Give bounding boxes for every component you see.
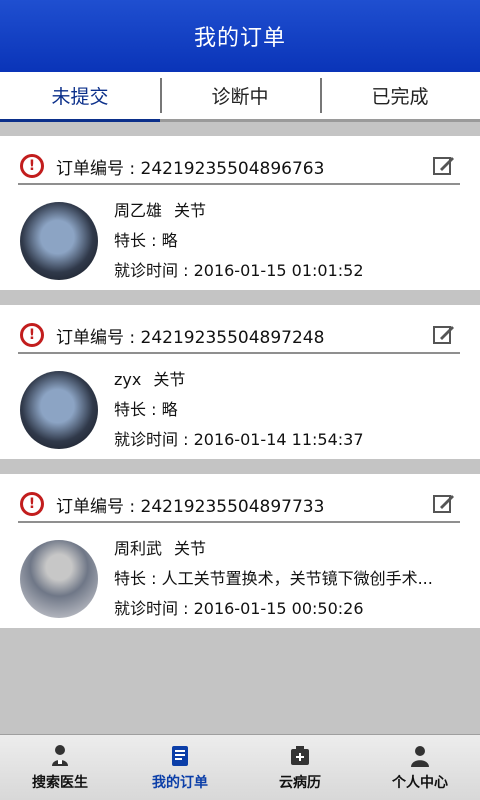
doctor-name: zyx (114, 370, 142, 389)
order-number: 订单编号 : 24219235504897733 (56, 496, 325, 517)
doctor-avatar (20, 202, 98, 280)
page-title: 我的订单 (193, 26, 286, 51)
nav-cloud-records[interactable]: 云病历 (240, 735, 360, 800)
order-number-label: 订单编号 (56, 158, 124, 179)
edit-icon[interactable] (432, 492, 456, 516)
doctor-name-line: zyx 关节 (114, 365, 464, 395)
visit-time-value: 2016-01-15 01:01:52 (193, 261, 364, 280)
specialty-label: 特长 (114, 569, 147, 588)
doctor-department: 关节 (174, 201, 207, 220)
doctor-avatar (20, 371, 98, 449)
tab-completed[interactable]: 已完成 (320, 72, 480, 119)
bottom-navigation: 搜索医生 我的订单 云病历 个人中心 (0, 734, 480, 800)
card-divider (18, 183, 460, 185)
nav-search-doctor[interactable]: 搜索医生 (0, 735, 120, 800)
order-card[interactable]: ! 订单编号 : 24219235504896763 周乙雄 关节 特长 : 略 … (0, 136, 480, 290)
doctor-info: zyx 关节 特长 : 略 就诊时间 : 2016-01-14 11:54:37 (114, 365, 464, 455)
order-card[interactable]: ! 订单编号 : 24219235504897733 周利武 关节 特长 : 人工… (0, 474, 480, 628)
order-number-label: 订单编号 (56, 327, 124, 348)
specialty-value: 略 (161, 231, 178, 250)
alert-icon: ! (20, 323, 44, 347)
visit-time-value: 2016-01-15 00:50:26 (193, 599, 364, 618)
order-card[interactable]: ! 订单编号 : 24219235504897248 zyx 关节 特长 : 略 … (0, 305, 480, 459)
alert-icon: ! (20, 492, 44, 516)
visit-time-label: 就诊时间 (114, 261, 179, 280)
specialty-value: 略 (161, 400, 178, 419)
specialty-line: 特长 : 略 (114, 231, 178, 250)
doctor-name-line: 周乙雄 关节 (114, 196, 464, 226)
user-icon (411, 745, 429, 767)
order-header: ! 订单编号 : 24219235504897733 (20, 486, 460, 522)
edit-icon[interactable] (432, 154, 456, 178)
order-header: ! 订单编号 : 24219235504896763 (20, 148, 460, 184)
tab-diagnosing[interactable]: 诊断中 (160, 72, 320, 119)
doctor-info: 周乙雄 关节 特长 : 略 就诊时间 : 2016-01-15 01:01:52 (114, 196, 464, 286)
visit-time-label: 就诊时间 (114, 430, 179, 449)
order-header: ! 订单编号 : 24219235504897248 (20, 317, 460, 353)
specialty-value: 人工关节置换术，关节镜下微创手术... (161, 569, 433, 588)
visit-time-label: 就诊时间 (114, 599, 179, 618)
card-divider (18, 521, 460, 523)
tab-unsubmitted[interactable]: 未提交 (0, 72, 160, 122)
visit-time-line: 就诊时间 : 2016-01-15 00:50:26 (114, 599, 364, 618)
nav-label: 个人中心 (392, 774, 448, 791)
order-number: 订单编号 : 24219235504896763 (56, 158, 325, 179)
doctor-avatar (20, 540, 98, 618)
doctor-department: 关节 (153, 370, 186, 389)
doctor-department: 关节 (174, 539, 207, 558)
specialty-label: 特长 (114, 231, 147, 250)
visit-time-line: 就诊时间 : 2016-01-14 11:54:37 (114, 430, 364, 449)
nav-my-orders[interactable]: 我的订单 (120, 735, 240, 800)
doctor-name: 周乙雄 (114, 201, 163, 220)
order-number-value: 24219235504897733 (140, 496, 325, 517)
order-icon (172, 745, 188, 766)
app-header: 我的订单 (0, 0, 480, 72)
card-divider (18, 352, 460, 354)
order-number-label: 订单编号 (56, 496, 124, 517)
nav-label: 我的订单 (152, 774, 208, 791)
order-number-value: 24219235504897248 (140, 327, 325, 348)
order-list: ! 订单编号 : 24219235504896763 周乙雄 关节 特长 : 略 … (0, 136, 480, 643)
nav-label: 搜索医生 (32, 774, 88, 791)
order-number: 订单编号 : 24219235504897248 (56, 327, 325, 348)
order-number-value: 24219235504896763 (140, 158, 325, 179)
specialty-line: 特长 : 略 (114, 400, 178, 419)
specialty-line: 特长 : 人工关节置换术，关节镜下微创手术... (114, 569, 433, 588)
order-tabs: 未提交 诊断中 已完成 (0, 72, 480, 122)
edit-icon[interactable] (432, 323, 456, 347)
alert-icon: ! (20, 154, 44, 178)
doctor-name-line: 周利武 关节 (114, 534, 464, 564)
visit-time-line: 就诊时间 : 2016-01-15 01:01:52 (114, 261, 364, 280)
specialty-label: 特长 (114, 400, 147, 419)
nav-personal-center[interactable]: 个人中心 (360, 735, 480, 800)
doctor-name: 周利武 (114, 539, 163, 558)
nav-label: 云病历 (279, 774, 321, 791)
doctor-icon (52, 744, 68, 766)
visit-time-value: 2016-01-14 11:54:37 (193, 430, 364, 449)
record-icon (291, 745, 309, 765)
doctor-info: 周利武 关节 特长 : 人工关节置换术，关节镜下微创手术... 就诊时间 : 20… (114, 534, 464, 624)
